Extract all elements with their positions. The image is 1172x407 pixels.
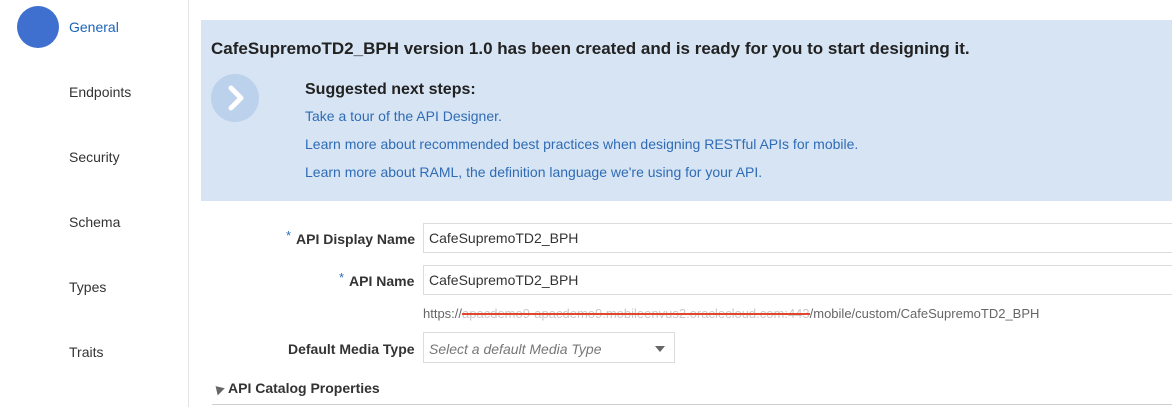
sidebar-item-security[interactable]: Security	[69, 149, 120, 165]
url-prefix: https://	[423, 306, 463, 321]
best-practices-link[interactable]: Learn more about recommended best practi…	[305, 136, 858, 152]
raml-link[interactable]: Learn more about RAML, the definition la…	[305, 164, 762, 180]
api-url: https://apacdemo9-apacdemo9.mobileenvus2…	[423, 306, 1039, 321]
sidebar-item-endpoints[interactable]: Endpoints	[69, 84, 131, 100]
sidebar-item-traits[interactable]: Traits	[69, 344, 103, 360]
required-marker: *	[339, 270, 345, 285]
media-type-label: Default Media Type	[288, 341, 415, 357]
section-divider	[212, 404, 1172, 405]
sidebar: General Endpoints Security Schema Types …	[0, 0, 189, 407]
sidebar-item-general[interactable]: General	[69, 19, 119, 35]
active-step-indicator	[17, 6, 59, 48]
url-redacted-host: apacdemo9-apacdemo9.mobileenvus2.oraclec…	[462, 306, 810, 321]
api-name-input[interactable]	[423, 265, 1172, 295]
catalog-properties-label: API Catalog Properties	[228, 380, 380, 396]
banner-title: CafeSupremoTD2_BPH version 1.0 has been …	[211, 39, 970, 58]
chevron-down-icon	[655, 346, 665, 352]
sidebar-item-schema[interactable]: Schema	[69, 214, 120, 230]
tour-link[interactable]: Take a tour of the API Designer.	[305, 108, 502, 124]
display-name-label: API Display Name	[296, 231, 416, 247]
media-type-select[interactable]: Select a default Media Type	[423, 332, 675, 363]
display-name-input[interactable]	[423, 223, 1172, 253]
required-marker: *	[286, 228, 292, 243]
chevron-right-icon	[211, 74, 259, 122]
api-name-label: API Name	[349, 273, 415, 289]
url-path: /mobile/custom/CafeSupremoTD2_BPH	[809, 306, 1040, 321]
catalog-properties-toggle[interactable]: API Catalog Properties	[212, 380, 380, 396]
sidebar-item-types[interactable]: Types	[69, 279, 106, 295]
creation-banner: CafeSupremoTD2_BPH version 1.0 has been …	[201, 20, 1172, 201]
redaction-strike	[462, 313, 810, 315]
media-type-placeholder: Select a default Media Type	[429, 341, 602, 357]
suggested-steps-heading: Suggested next steps:	[305, 81, 476, 98]
collapse-triangle-icon	[212, 382, 225, 396]
